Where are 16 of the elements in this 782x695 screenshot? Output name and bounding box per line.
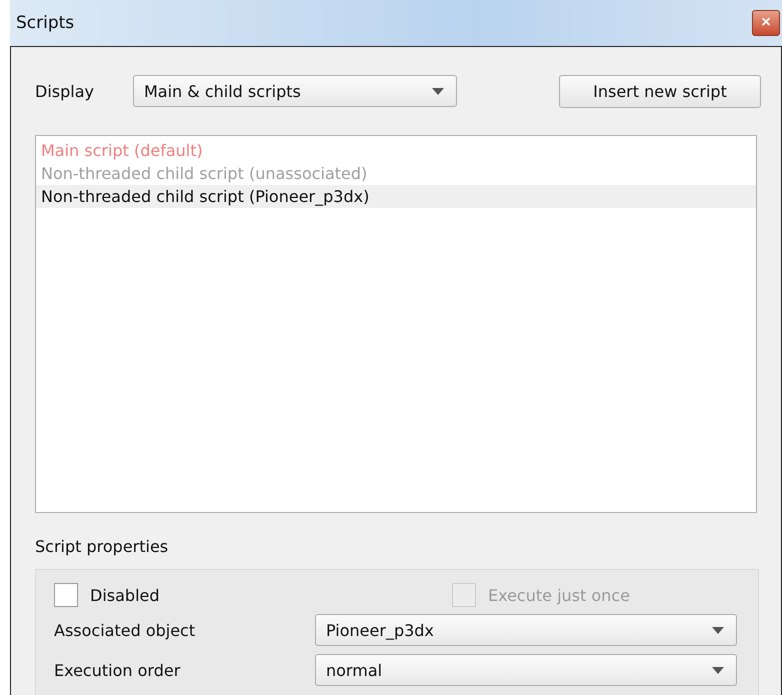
section-title: Script properties xyxy=(35,537,170,558)
insert-script-button[interactable]: Insert new script xyxy=(559,74,761,108)
dropdown[interactable]: Pioneer_p3dx xyxy=(315,614,737,646)
display-label: Display xyxy=(35,82,95,100)
caret-icon xyxy=(712,626,724,634)
caret-icon xyxy=(712,666,724,674)
checkbox-label: Disabled xyxy=(90,586,160,604)
checkbox[interactable] xyxy=(54,583,78,607)
field-label: Associated object xyxy=(54,620,196,640)
display-dropdown[interactable]: Main & child scripts xyxy=(133,75,457,107)
script-item[interactable]: Non-threaded child script (Pioneer_p3dx) xyxy=(36,185,756,208)
dropdown[interactable]: normal xyxy=(315,654,737,686)
caret-icon xyxy=(432,88,444,94)
checkbox-label: Execute just once xyxy=(488,586,630,604)
field-label: Execution order xyxy=(54,660,182,680)
window-title: Scripts xyxy=(16,13,74,33)
